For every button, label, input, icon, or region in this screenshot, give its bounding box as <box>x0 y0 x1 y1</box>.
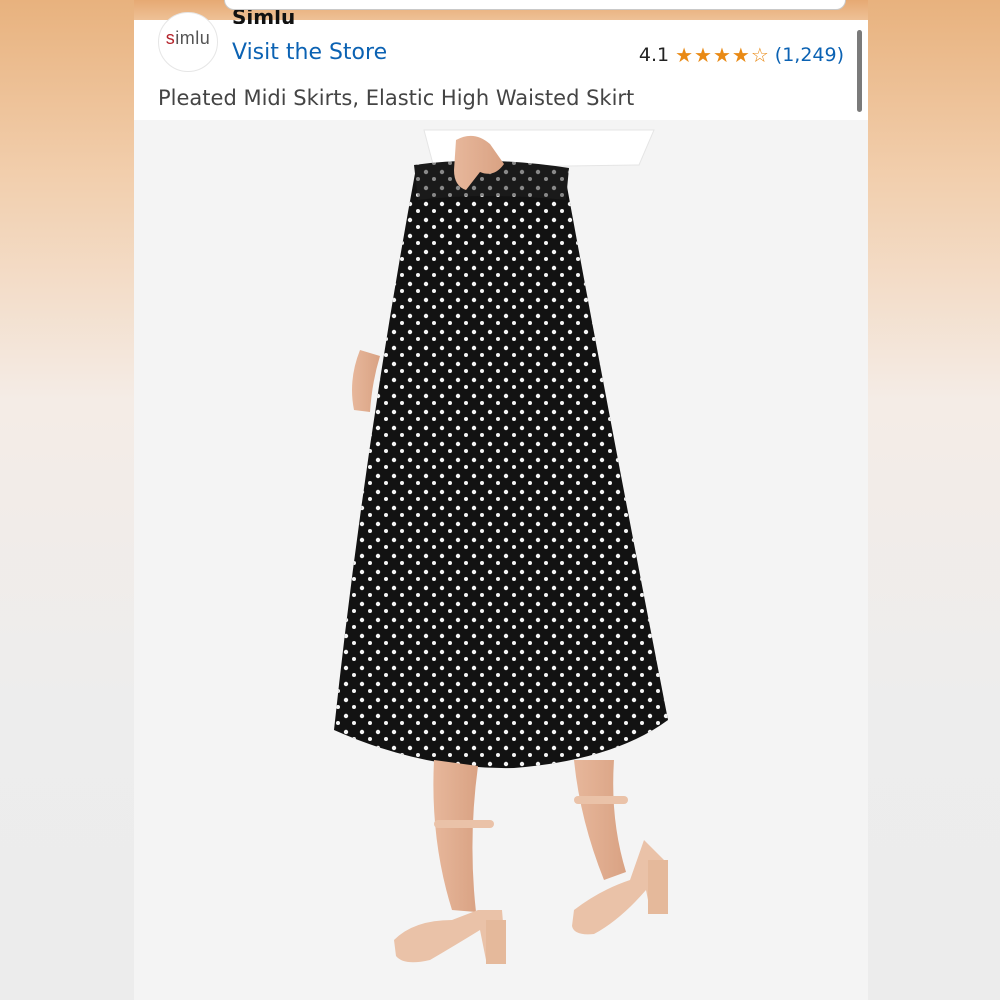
star-icon: ★ <box>731 43 750 67</box>
review-count-link[interactable]: (1,249) <box>775 44 844 66</box>
visit-store-link[interactable]: Visit the Store <box>232 40 387 65</box>
store-logo[interactable]: simlu <box>158 12 218 72</box>
star-rating: ★ ★ ★ ★ ☆ <box>675 45 769 65</box>
product-title: Pleated Midi Skirts, Elastic High Waiste… <box>158 86 635 110</box>
background-right <box>868 0 1000 1000</box>
scrollbar[interactable] <box>857 30 862 112</box>
background-left <box>0 0 134 1000</box>
brand-name[interactable]: Simlu <box>232 10 295 24</box>
rating-summary[interactable]: 4.1 ★ ★ ★ ★ ☆ (1,249) <box>639 44 844 66</box>
product-panel: simlu Simlu Visit the Store 4.1 ★ ★ ★ ★ … <box>134 0 868 1000</box>
star-icon: ★ <box>675 43 694 67</box>
store-logo-text: simlu <box>165 28 211 48</box>
rating-value: 4.1 <box>638 44 670 66</box>
product-image[interactable] <box>134 120 868 1000</box>
store-logo-rest: imlu <box>175 28 211 48</box>
star-icon: ★ <box>712 43 731 67</box>
star-icon: ★ <box>694 43 712 67</box>
skirt-photo <box>334 129 668 964</box>
search-bar[interactable] <box>224 0 846 10</box>
star-outline-icon: ☆ <box>750 43 769 67</box>
